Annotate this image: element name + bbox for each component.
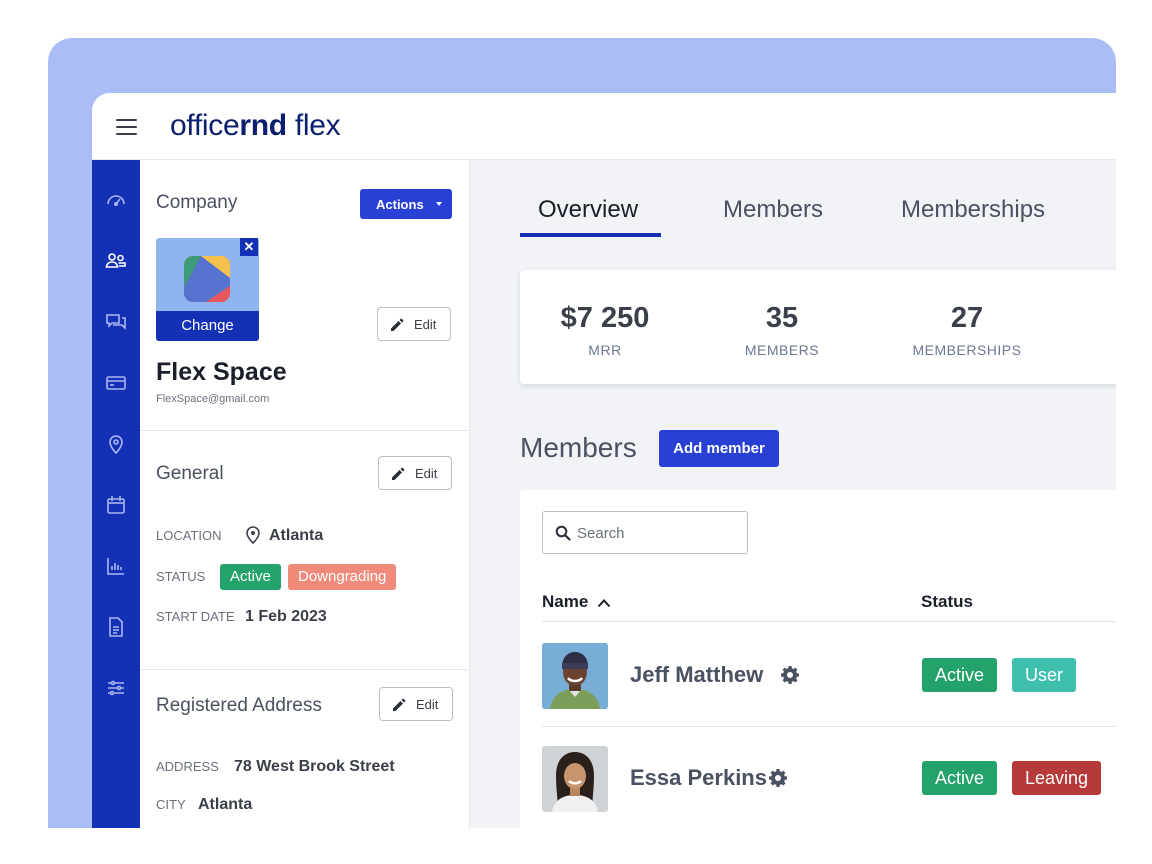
member-avatar	[542, 746, 608, 812]
company-heading: Company	[156, 192, 238, 213]
top-bar: officernd flex	[92, 93, 1116, 160]
divider	[140, 430, 470, 431]
company-panel: Company Actions Change ✕ Edit Flex Space…	[140, 160, 470, 828]
stat-mrr-value: $7 250	[560, 302, 650, 334]
add-member-button[interactable]: Add member	[659, 430, 779, 467]
divider	[140, 669, 470, 670]
member-role-badge-user: User	[1012, 658, 1077, 692]
actions-label: Actions	[376, 196, 424, 212]
edit-address-button[interactable]: Edit	[379, 687, 453, 721]
member-photo-jeff	[542, 643, 608, 709]
location-icon[interactable]	[104, 432, 128, 456]
messages-icon[interactable]	[104, 310, 128, 334]
edit-label: Edit	[414, 317, 437, 332]
member-status-badge-active: Active	[922, 761, 998, 795]
chevron-up-icon	[597, 599, 611, 608]
tab-memberships[interactable]: Memberships	[901, 196, 1045, 224]
pencil-icon	[392, 467, 405, 480]
member-name[interactable]: Jeff Matthew	[630, 662, 763, 688]
location-pin-icon	[246, 526, 260, 544]
close-icon[interactable]: ✕	[240, 238, 258, 256]
status-badge-downgrading: Downgrading	[288, 564, 397, 590]
main-content: Overview Members Memberships $7 250 MRR …	[470, 160, 1116, 828]
edit-label: Edit	[416, 697, 439, 712]
edit-general-button[interactable]: Edit	[378, 456, 452, 490]
members-table-card: Name Status Jeff Matthew	[520, 490, 1116, 828]
status-badge-active: Active	[220, 564, 281, 590]
members-icon[interactable]	[104, 249, 128, 273]
company-name: Flex Space	[156, 358, 287, 386]
billing-icon[interactable]	[104, 371, 128, 395]
company-email: FlexSpace@gmail.com	[156, 393, 270, 405]
search-input[interactable]	[577, 523, 737, 543]
app-logo[interactable]: officernd flex	[170, 109, 341, 143]
member-status-badge-leaving: Leaving	[1012, 761, 1102, 795]
status-label: STATUS	[156, 569, 206, 584]
edit-company-button[interactable]: Edit	[377, 307, 451, 341]
side-nav	[92, 160, 140, 828]
address-label: ADDRESS	[156, 759, 219, 774]
members-heading: Members	[520, 432, 637, 463]
change-logo-button[interactable]: Change	[156, 311, 259, 341]
active-tab-indicator	[520, 233, 661, 237]
calendar-icon[interactable]	[104, 493, 128, 517]
settings-sliders-icon[interactable]	[104, 676, 128, 700]
member-avatar	[542, 643, 608, 709]
row-divider	[542, 726, 1116, 727]
gear-icon[interactable]	[768, 768, 788, 788]
status-column-header: Status	[921, 592, 973, 611]
city-label: CITY	[156, 797, 186, 812]
start-date-value: 1 Feb 2023	[245, 608, 327, 625]
stat-members-value: 35	[765, 302, 799, 334]
location-label: LOCATION	[156, 528, 222, 543]
edit-label: Edit	[415, 466, 438, 481]
address-value: 78 West Brook Street	[234, 758, 395, 775]
pencil-icon	[391, 318, 404, 331]
pencil-icon	[393, 698, 406, 711]
stats-card: $7 250 MRR 35 MEMBERS 27 MEMBERSHIPS	[520, 270, 1116, 384]
search-icon	[555, 525, 571, 541]
tab-members[interactable]: Members	[723, 196, 823, 224]
header-divider	[542, 621, 1116, 622]
menu-icon[interactable]	[116, 119, 137, 135]
app-window: officernd flex Company Actions Change ✕ …	[92, 93, 1116, 828]
member-photo-essa	[542, 746, 608, 812]
city-value: Atlanta	[198, 796, 253, 813]
stat-mrr-label: MRR	[588, 342, 622, 358]
dashboard-icon[interactable]	[104, 188, 128, 212]
member-name[interactable]: Essa Perkins	[630, 765, 767, 791]
stat-memberships-label: MEMBERSHIPS	[912, 342, 1022, 358]
name-column-label: Name	[542, 592, 589, 611]
location-value: Atlanta	[269, 527, 324, 544]
document-icon[interactable]	[104, 615, 128, 639]
chevron-down-icon	[436, 202, 442, 206]
member-status-badge-active: Active	[922, 658, 998, 692]
name-column-header[interactable]: Name	[542, 592, 611, 612]
tab-overview[interactable]: Overview	[538, 196, 638, 224]
stat-members-label: MEMBERS	[744, 342, 820, 358]
general-heading: General	[156, 463, 224, 484]
reports-icon[interactable]	[104, 554, 128, 578]
search-field[interactable]	[542, 511, 748, 554]
actions-button[interactable]: Actions	[360, 189, 452, 219]
start-date-label: START DATE	[156, 609, 235, 624]
stat-memberships-value: 27	[950, 302, 984, 334]
registered-address-heading: Registered Address	[156, 695, 322, 716]
gear-icon[interactable]	[780, 665, 800, 685]
